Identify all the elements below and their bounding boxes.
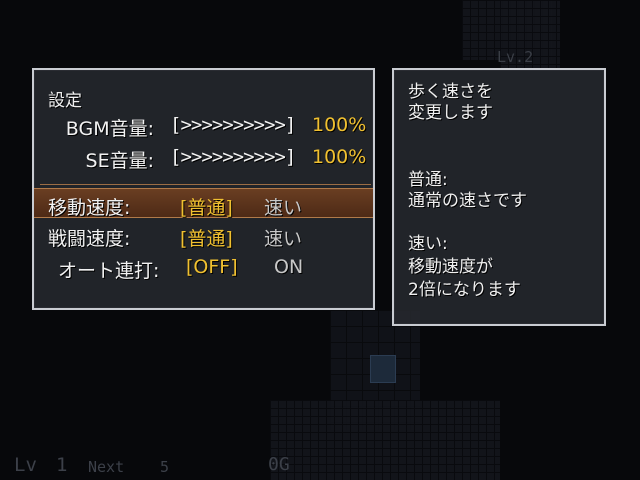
move-speed-row[interactable]: 移動速度: [普通] 速い — [34, 188, 373, 220]
move-speed-option-fast[interactable]: 速い — [264, 193, 302, 220]
bgm-volume-row[interactable]: BGM音量: [>>>>>>>>>>] 100% — [34, 110, 373, 140]
move-speed-option-normal[interactable]: [普通] — [180, 193, 233, 220]
auto-fire-row[interactable]: オート連打: [OFF] ON — [34, 252, 373, 282]
dungeon-door — [370, 355, 396, 383]
auto-fire-option-off[interactable]: [OFF] — [186, 256, 238, 278]
map-floor-label: Lv.2 — [497, 48, 534, 66]
dungeon-wall-bottom — [270, 400, 500, 480]
help-text-line-2: 変更します — [408, 103, 493, 123]
se-volume-label: SE音量: — [85, 150, 154, 172]
hud-next-value: 5 — [160, 458, 170, 476]
hud-level-value: 1 — [56, 454, 68, 476]
hud-level-label: Lv — [14, 454, 37, 476]
bgm-volume-value: 100% — [312, 114, 367, 136]
help-text-line-4: 通常の速さです — [408, 191, 527, 211]
battle-speed-label: 戦闘速度: — [48, 228, 131, 250]
settings-divider — [40, 184, 371, 185]
hud-next-label: Next — [88, 458, 125, 476]
hud-gold: 0G — [268, 454, 290, 475]
bgm-volume-label: BGM音量: — [65, 118, 154, 140]
battle-speed-option-fast[interactable]: 速い — [264, 224, 302, 251]
help-text-line-6: 移動速度が — [408, 257, 493, 277]
auto-fire-label: オート連打: — [58, 260, 160, 282]
se-volume-row[interactable]: SE音量: [>>>>>>>>>>] 100% — [34, 142, 373, 172]
help-text-line-7: 2倍になります — [408, 280, 521, 300]
se-volume-value: 100% — [312, 146, 367, 168]
battle-speed-option-normal[interactable]: [普通] — [180, 224, 233, 251]
bgm-volume-meter[interactable]: [>>>>>>>>>>] — [170, 114, 296, 136]
settings-window: 設定 BGM音量: [>>>>>>>>>>] 100% SE音量: [>>>>>… — [32, 68, 375, 310]
help-window: 歩く速さを 変更します 普通: 通常の速さです 速い: 移動速度が 2倍になりま… — [392, 68, 606, 326]
settings-title: 設定 — [48, 91, 82, 111]
help-text-line-3: 普通: — [408, 170, 448, 190]
help-text-line-1: 歩く速さを — [408, 82, 493, 102]
move-speed-label: 移動速度: — [48, 197, 131, 219]
auto-fire-option-on[interactable]: ON — [274, 256, 303, 278]
se-volume-meter[interactable]: [>>>>>>>>>>] — [170, 146, 296, 168]
help-text-line-5: 速い: — [408, 234, 448, 254]
battle-speed-row[interactable]: 戦闘速度: [普通] 速い — [34, 220, 373, 250]
